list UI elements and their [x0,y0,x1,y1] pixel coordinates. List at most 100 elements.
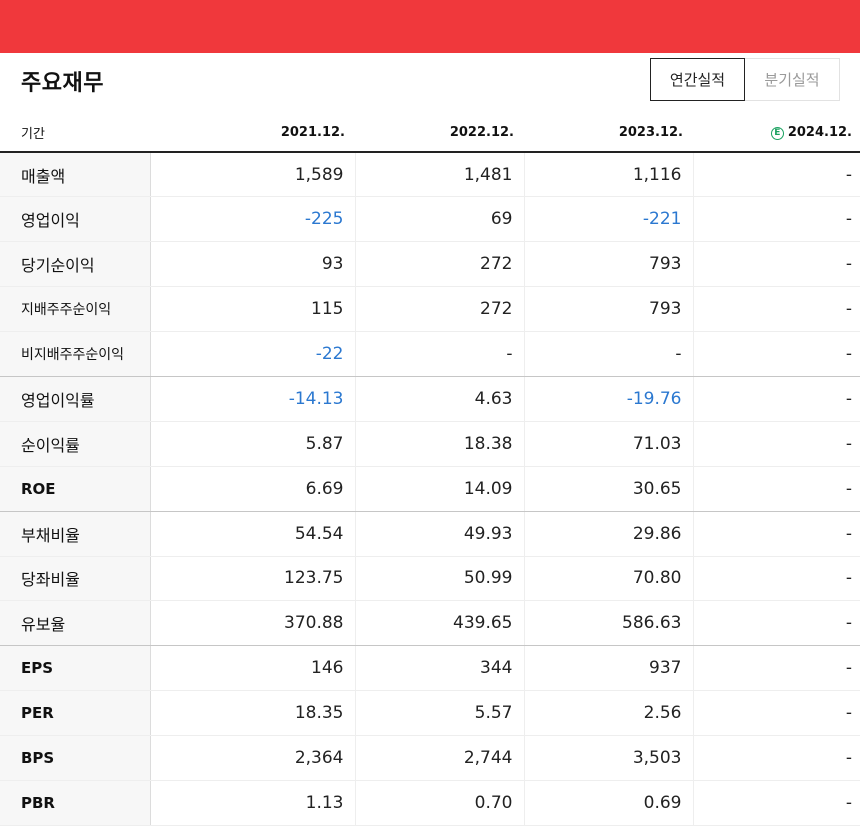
table-cell: 14.09 [355,466,525,512]
table-row: 비지배주주순이익 -22 - - - [0,331,860,377]
table-cell: - [693,466,860,512]
table-cell: 2.56 [524,690,694,737]
table-cell: - [693,780,860,826]
section-header: 주요재무 연간실적 분기실적 [0,53,860,113]
table-cell: - [693,331,860,377]
table-cell: 4.63 [355,376,525,422]
table-cell: 69 [355,196,525,243]
table-row: 당기순이익 93 272 793 - [0,241,860,288]
row-label: 영업이익률 [0,376,151,422]
table-cell: 272 [355,241,525,288]
table-cell: 1,116 [524,152,694,198]
table-cell: 272 [355,286,525,333]
table-cell: 2,744 [355,735,525,781]
table-row: 영업이익 -225 69 -221 - [0,196,860,243]
row-label: 영업이익 [0,196,151,243]
table-cell: 1,481 [355,152,525,198]
table-cell: 5.87 [150,421,356,467]
row-label: PBR [0,780,151,826]
table-cell: 49.93 [355,511,525,557]
table-cell: 50.99 [355,556,525,602]
column-header-label: 2024.12. [787,124,852,140]
table-row: PBR 1.13 0.70 0.69 - [0,780,860,826]
table-cell: 0.69 [524,780,694,826]
table-cell: 18.35 [150,690,356,737]
table-cell: 93 [150,241,356,288]
table-cell: -221 [524,196,694,243]
section-title: 주요재무 [21,71,104,96]
table-cell: 586.63 [524,600,694,647]
table-cell: - [693,511,860,557]
table-row: PER 18.35 5.57 2.56 - [0,690,860,737]
table-cell: -22 [150,331,356,377]
table-cell: - [693,376,860,422]
table-cell: 30.65 [524,466,694,512]
table-cell: 71.03 [524,421,694,467]
table-cell: 6.69 [150,466,356,512]
row-label: 유보율 [0,600,151,647]
table-cell: 0.70 [355,780,525,826]
row-label: 부채비율 [0,511,151,557]
table-cell: - [693,421,860,467]
table-row: 부채비율 54.54 49.93 29.86 - [0,511,860,557]
financial-table: 기간 2021.12. 2022.12. 2023.12. E 2024.12. … [0,113,860,826]
table-row: EPS 146 344 937 - [0,645,860,692]
period-header: 기간 [0,113,150,153]
row-label: EPS [0,645,151,692]
table-cell: 1,589 [150,152,356,198]
table-cell: - [524,331,694,377]
table-cell: 29.86 [524,511,694,557]
table-cell: 123.75 [150,556,356,602]
table-cell: 3,503 [524,735,694,781]
row-label: PER [0,690,151,737]
table-cell: 115 [150,286,356,333]
table-row: 순이익률 5.87 18.38 71.03 - [0,421,860,467]
column-header-estimate: E 2024.12. [693,113,860,153]
table-cell: 54.54 [150,511,356,557]
table-cell: 70.80 [524,556,694,602]
tab-quarterly[interactable]: 분기실적 [745,58,840,101]
row-label: 비지배주주순이익 [0,331,151,377]
table-cell: - [693,645,860,692]
table-cell: 18.38 [355,421,525,467]
table-cell: 2,364 [150,735,356,781]
row-label: 순이익률 [0,421,151,467]
table-cell: 793 [524,286,694,333]
table-row: 영업이익률 -14.13 4.63 -19.76 - [0,376,860,422]
table-cell: -19.76 [524,376,694,422]
table-cell: - [355,331,525,377]
table-cell: 1.13 [150,780,356,826]
row-label: 지배주주순이익 [0,286,151,333]
table-row: 매출액 1,589 1,481 1,116 - [0,152,860,198]
table-row: ROE 6.69 14.09 30.65 - [0,466,860,512]
table-cell: 146 [150,645,356,692]
table-row: 당좌비율 123.75 50.99 70.80 - [0,556,860,602]
table-cell: 344 [355,645,525,692]
table-cell: 370.88 [150,600,356,647]
table-cell: 5.57 [355,690,525,737]
column-header: 2023.12. [524,113,693,153]
column-header: 2022.12. [355,113,524,153]
table-cell: - [693,241,860,288]
column-header: 2021.12. [150,113,355,153]
table-row: 유보율 370.88 439.65 586.63 - [0,600,860,647]
table-cell: -14.13 [150,376,356,422]
estimate-icon: E [770,126,784,140]
table-cell: - [693,735,860,781]
table-header-row: 기간 2021.12. 2022.12. 2023.12. E 2024.12. [0,113,860,153]
table-row: 지배주주순이익 115 272 793 - [0,286,860,333]
row-label: BPS [0,735,151,781]
table-cell: - [693,556,860,602]
table-row: BPS 2,364 2,744 3,503 - [0,735,860,781]
row-label: 매출액 [0,152,151,198]
table-cell: 937 [524,645,694,692]
row-label: ROE [0,466,151,512]
table-cell: - [693,600,860,647]
table-cell: 439.65 [355,600,525,647]
tab-annual[interactable]: 연간실적 [650,58,745,101]
table-cell: - [693,152,860,198]
row-label: 당기순이익 [0,241,151,288]
table-cell: 793 [524,241,694,288]
table-cell: - [693,286,860,333]
row-label: 당좌비율 [0,556,151,602]
